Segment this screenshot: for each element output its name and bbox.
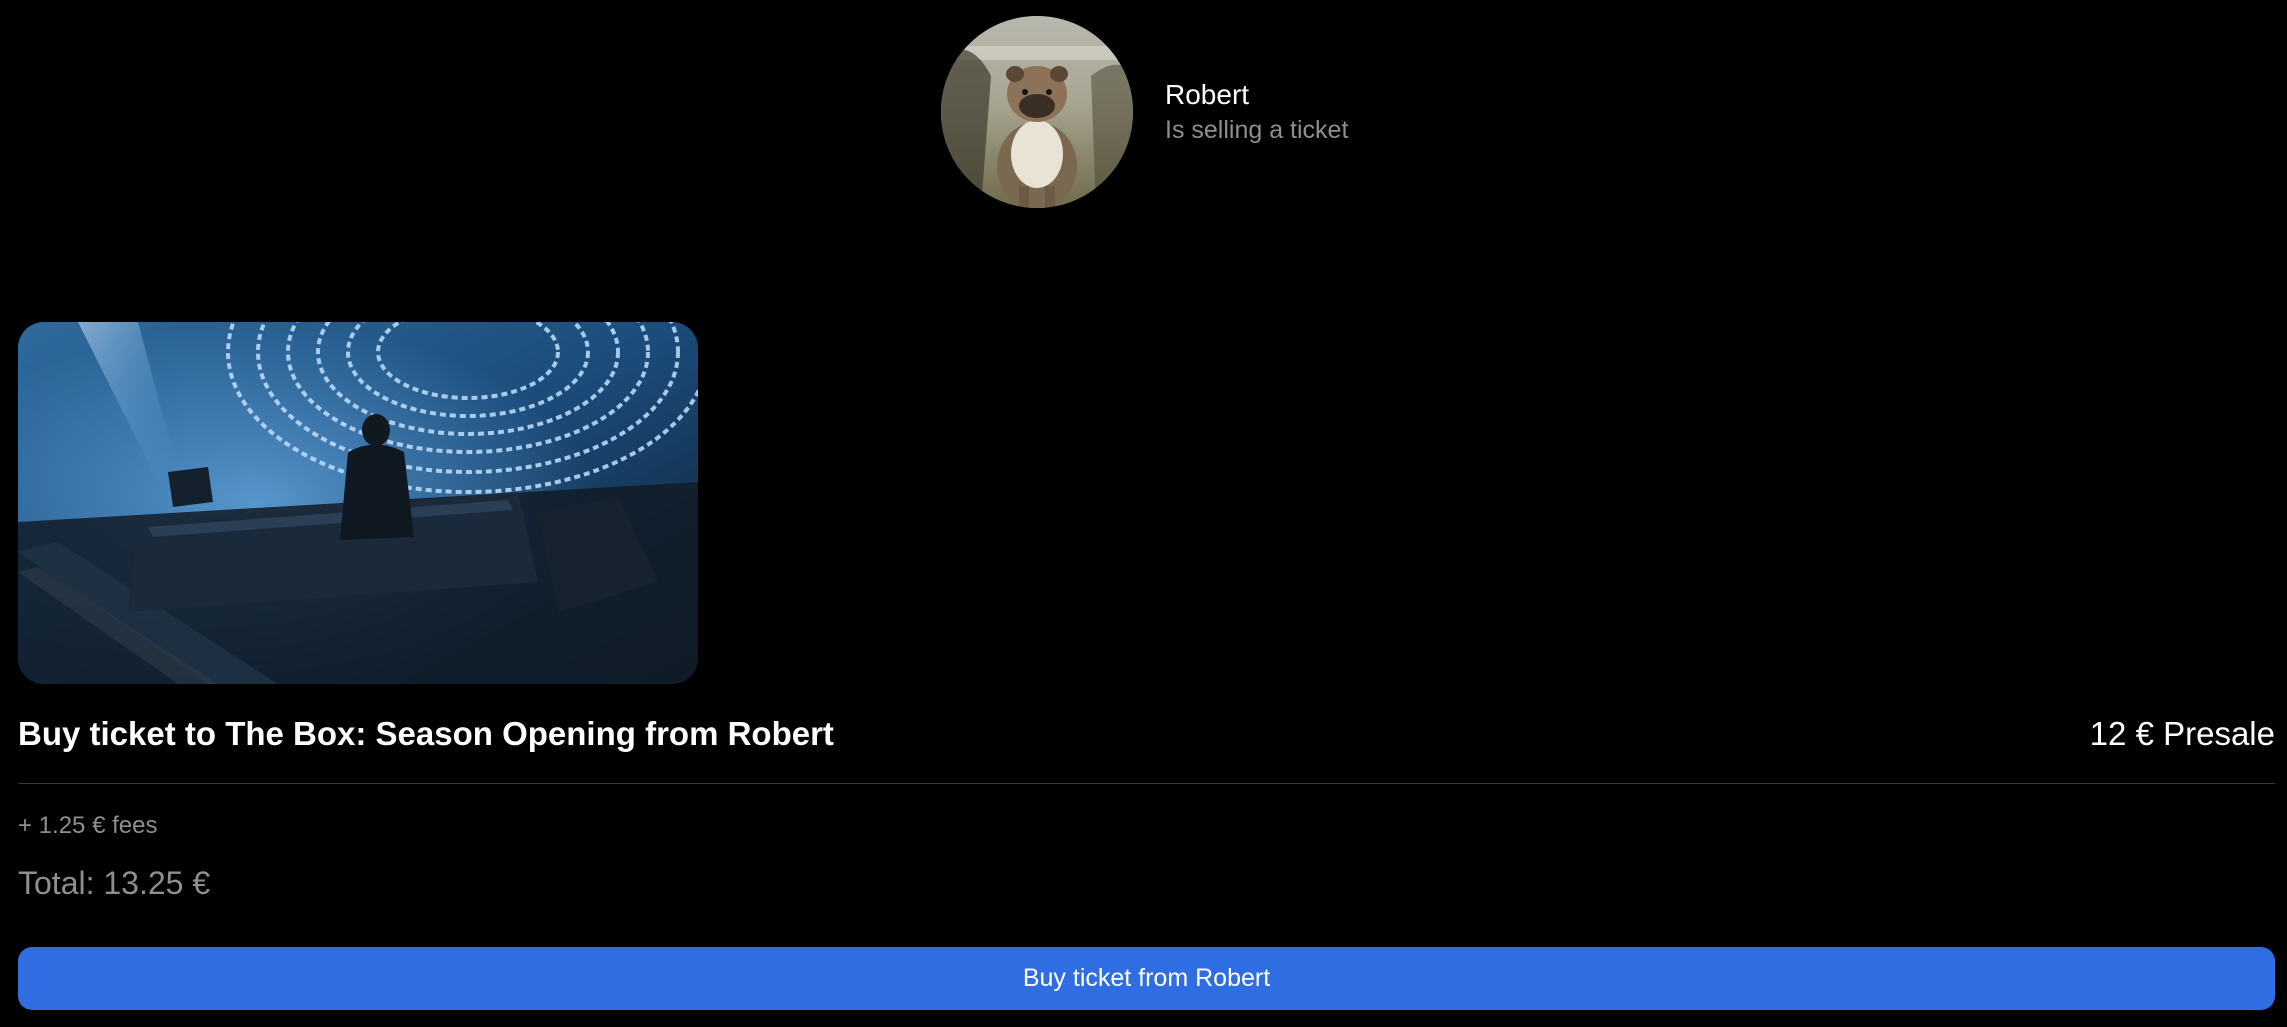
seller-name: Robert [1165, 79, 1250, 110]
buy-ticket-button[interactable]: Buy ticket from Robert [18, 947, 2275, 1010]
ticket-price: 12 € Presale [2089, 715, 2275, 752]
total-text: Total: 13.25 € [18, 865, 211, 901]
event-image [18, 322, 698, 684]
seller-header: Robert Is selling a ticket [941, 16, 1348, 208]
bulldog-photo [941, 16, 1133, 208]
dj-stage-photo [18, 322, 698, 684]
fees-text: + 1.25 € fees [18, 812, 158, 839]
seller-subtitle: Is selling a ticket [1165, 116, 1349, 144]
ticket-title: Buy ticket to The Box: Season Opening fr… [18, 715, 834, 752]
seller-info: Robert Is selling a ticket [1165, 77, 1348, 147]
seller-avatar[interactable] [941, 16, 1133, 208]
divider [18, 783, 2275, 784]
